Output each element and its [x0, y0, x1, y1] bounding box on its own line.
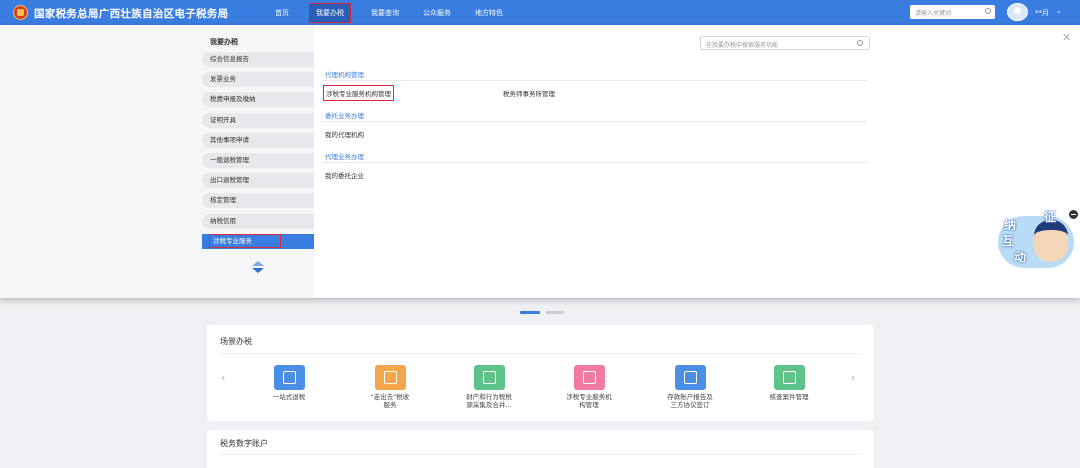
menu-item-credit[interactable]: 纳税信用 [202, 213, 314, 229]
section-agency-management: 代理机构管理 [325, 71, 364, 79]
tax-handling-dropdown: 我要办税 综合信息报告 发票业务 税费申报及缴纳 证明开具 其他事项申请 一般退… [0, 25, 1080, 298]
link-tax-agent-firm-management[interactable]: 税务师事务所管理 [503, 88, 555, 98]
menu-item-label: 涉税专业服务 [209, 233, 281, 248]
scene-item-label: "走出去"税收 服务 [370, 393, 410, 409]
scene-item-case-check[interactable]: 核查案件管理 [744, 365, 834, 401]
scene-item-one-stop-refund[interactable]: 一站式退税 [244, 365, 334, 401]
site-title[interactable]: 国家税务总局广西壮族自治区电子税务局 [34, 6, 228, 21]
menu-scroll-arrows[interactable] [252, 261, 264, 275]
scene-item-bank-account[interactable]: 存款账户报告及 三方协议签订 [645, 365, 735, 409]
divider [220, 353, 861, 354]
divider [322, 80, 867, 81]
carousel-indicator-active[interactable] [520, 311, 540, 314]
section-entrusted-business: 委托业务办理 [325, 112, 364, 120]
menu-item-declaration[interactable]: 税费申报及缴纳 [202, 92, 314, 108]
document-edit-icon [473, 365, 505, 390]
panel-search-placeholder: 在我要办税中搜索服务功能 [706, 42, 779, 49]
mascot-char: 动 [1014, 250, 1027, 264]
card-title: 税务数字账户 [220, 439, 268, 448]
bank-icon [674, 365, 706, 390]
nav-home[interactable]: 首页 [272, 5, 292, 21]
link-my-agency[interactable]: 我的代理机构 [325, 129, 364, 139]
link-my-clients[interactable]: 我的委托企业 [325, 170, 364, 180]
interaction-mascot[interactable]: 征 纳 互 动 [998, 210, 1078, 268]
username[interactable]: **月 [1035, 8, 1049, 18]
scene-item-label: 一站式退税 [272, 393, 306, 401]
link-professional-org-management[interactable]: 涉税专业服务机构管理 [323, 85, 394, 101]
building-icon [573, 365, 605, 390]
menu-item-invoice[interactable]: 发票业务 [202, 72, 314, 88]
header-search-placeholder: 请输入关键词 [915, 10, 952, 17]
nav-public-service[interactable]: 公众服务 [420, 5, 454, 21]
menu-title: 我要办税 [210, 38, 238, 46]
divider [322, 121, 867, 122]
nav-tax-handling[interactable]: 我要办税 [309, 2, 351, 23]
refund-icon [273, 365, 305, 390]
mascot-character [1034, 220, 1068, 262]
menu-item-info-report[interactable]: 综合信息报告 [202, 52, 314, 67]
card-title: 场景办税 [220, 337, 252, 346]
header-search-input[interactable]: 请输入关键词 [910, 5, 995, 19]
top-nav-bar: 国家税务总局广西壮族自治区电子税务局 首页 我要办税 我要查询 公众服务 地方特… [0, 0, 1080, 25]
scene-item-label: 存款账户报告及 三方协议签订 [667, 393, 713, 409]
inspection-icon [773, 365, 805, 390]
category-menu: 综合信息报告 发票业务 税费申报及缴纳 证明开具 其他事项申请 一般退税管理 出… [202, 52, 314, 254]
divider [220, 454, 861, 455]
close-icon[interactable]: ✕ [1062, 31, 1071, 44]
menu-item-general-refund[interactable]: 一般退税管理 [202, 152, 314, 168]
nav-query[interactable]: 我要查询 [368, 5, 402, 21]
scene-tax-card: 场景办税 ‹ › 一站式退税 "走出去"税收 服务 财产和行为税税 源采集及合并… [207, 325, 874, 421]
menu-item-export-refund[interactable]: 出口退税管理 [202, 173, 314, 189]
close-icon[interactable] [1069, 210, 1078, 219]
mascot-char: 互 [1002, 234, 1015, 248]
scene-item-label: 核查案件管理 [769, 393, 809, 401]
panel-search-input[interactable]: 在我要办税中搜索服务功能 [700, 36, 870, 50]
menu-item-professional-service[interactable]: 涉税专业服务 [202, 233, 314, 249]
avatar[interactable] [1007, 3, 1028, 21]
arrow-down-icon[interactable] [252, 268, 264, 273]
scene-item-label: 财产和行为税税 源采集及合并... [466, 393, 512, 409]
mascot-char: 征 [1044, 210, 1057, 224]
chevron-down-icon[interactable]: ⌄ [1056, 7, 1062, 15]
digital-account-card: 税务数字账户 [207, 430, 874, 468]
chevron-right-icon[interactable]: › [851, 371, 855, 384]
divider [322, 162, 867, 163]
chevron-left-icon[interactable]: ‹ [221, 371, 225, 384]
search-icon[interactable] [857, 40, 863, 46]
carousel-indicator[interactable] [546, 311, 564, 314]
globe-icon [374, 365, 406, 390]
nav-local-features[interactable]: 地方特色 [472, 5, 506, 21]
scene-item-label: 涉税专业服务机 构管理 [566, 393, 612, 409]
scene-item-professional-org[interactable]: 涉税专业服务机 构管理 [544, 365, 634, 409]
mascot-char: 纳 [1004, 218, 1017, 232]
tax-emblem-icon [13, 5, 28, 20]
arrow-up-icon[interactable] [252, 261, 264, 266]
search-icon[interactable] [985, 8, 991, 14]
section-agency-business: 代理业务办理 [325, 153, 364, 161]
menu-item-other-apply[interactable]: 其他事项申请 [202, 132, 314, 148]
menu-item-assessment[interactable]: 核定管理 [202, 193, 314, 209]
menu-item-certificate[interactable]: 证明开具 [202, 112, 314, 128]
scene-item-property-tax[interactable]: 财产和行为税税 源采集及合并... [444, 365, 534, 409]
main-nav: 首页 我要办税 我要查询 公众服务 地方特色 [272, 0, 524, 25]
scene-item-going-global[interactable]: "走出去"税收 服务 [345, 365, 435, 409]
